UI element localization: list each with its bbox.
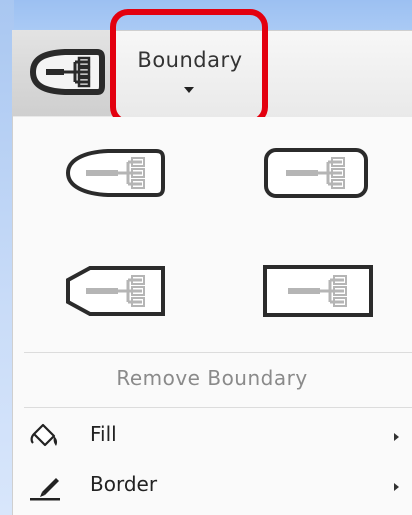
remove-boundary-label: Remove Boundary [116, 366, 308, 390]
menu-separator [24, 352, 412, 353]
rounded-boundary-shape-button[interactable] [60, 144, 170, 202]
border-label: Border [90, 472, 158, 496]
submenu-arrow-icon [394, 483, 399, 491]
rounded-rectangle-boundary-icon [264, 148, 368, 198]
trapezoid-boundary-icon [66, 266, 165, 316]
paint-bucket-icon [30, 423, 58, 447]
submenu-arrow-icon [394, 433, 399, 441]
rectangle-boundary-shape-button[interactable] [262, 262, 373, 320]
boundary-dropdown-label: Boundary [137, 48, 243, 72]
boundary-tool-button[interactable] [12, 30, 113, 116]
menu-separator [24, 407, 412, 408]
rounded-rectangle-boundary-shape-button[interactable] [262, 144, 372, 202]
rectangle-boundary-icon [263, 265, 373, 317]
fill-menu-item[interactable]: Fill [12, 412, 412, 462]
boundary-dropdown-button[interactable]: Boundary [118, 38, 262, 112]
border-menu-item[interactable]: Border [12, 462, 412, 512]
remove-boundary-menu-item[interactable]: Remove Boundary [12, 355, 412, 405]
trapezoid-boundary-shape-button[interactable] [60, 262, 170, 320]
fill-label: Fill [90, 422, 117, 446]
caret-down-icon [184, 87, 194, 93]
boundary-shape-icon [29, 49, 105, 95]
rounded-boundary-icon [65, 149, 165, 197]
pen-icon [30, 478, 60, 501]
